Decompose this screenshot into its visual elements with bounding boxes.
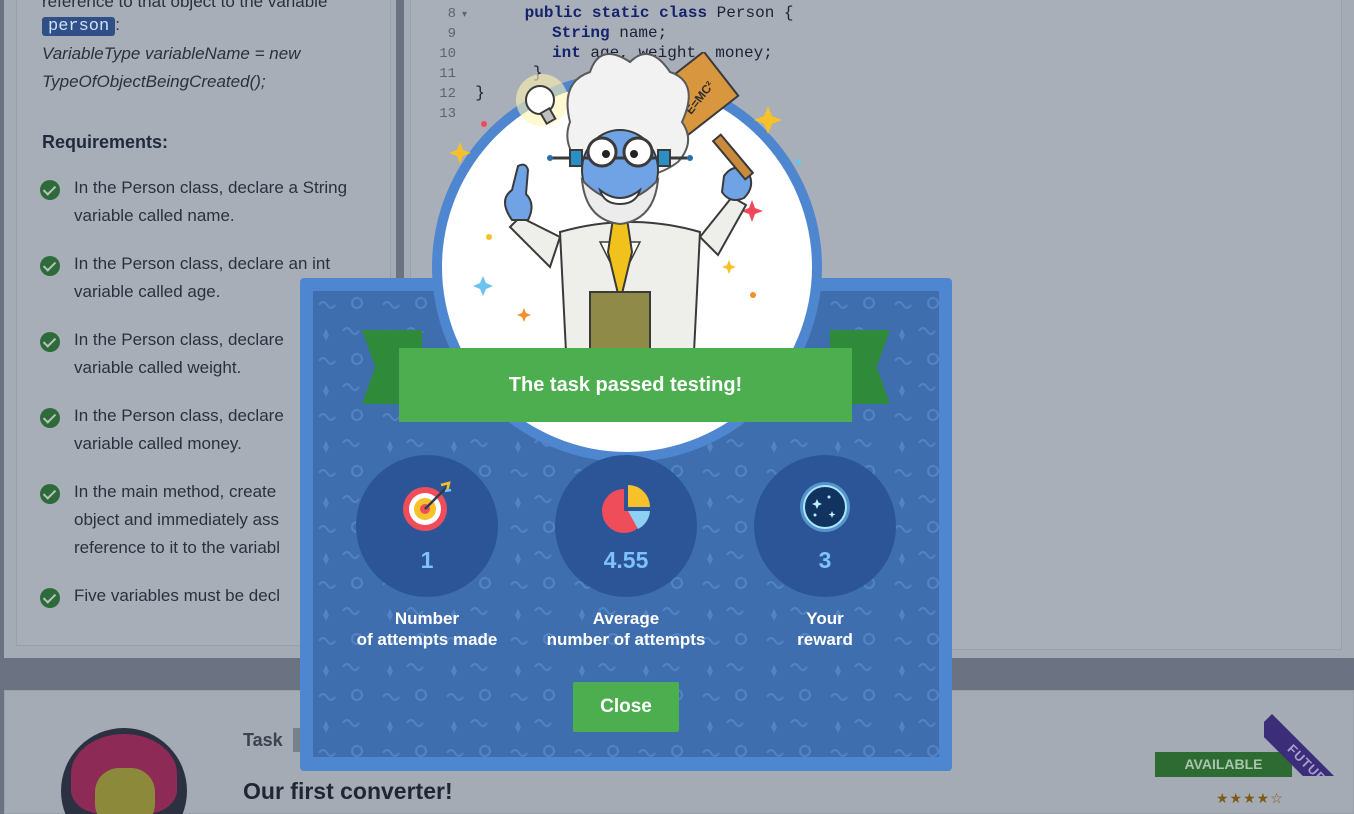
code-line: 8 ▾ public static class Person { [410,4,794,24]
check-icon [40,256,60,276]
requirements-title: Requirements: [42,132,169,152]
dark-matter-icon [800,482,850,532]
average-value: 4.55 [603,547,649,573]
average-stat: 4.55 [555,455,697,597]
syntax-line: TypeOfObjectBeingCreated(); [42,72,266,91]
task-passed-banner: The task passed testing! [399,348,852,422]
reward-value: 3 [818,547,832,573]
attempts-label: Number of attempts made [356,609,498,649]
check-icon [40,588,60,608]
next-task-title[interactable]: Our first converter! [243,778,453,805]
check-icon [40,484,60,504]
description-text: reference to that object to the variable [42,0,328,11]
attempts-stat: 1 [356,455,498,597]
code-line: 9 String name; [410,24,668,44]
requirement-item: In the Person class, declare a String var… [40,178,400,230]
professor-mascot: E=MC² [449,52,801,352]
pie-chart-icon [602,485,650,533]
average-label: Average number of attempts [546,609,706,649]
attempts-value: 1 [420,547,434,573]
line-number: 8 [447,6,456,22]
syntax-line: VariableType variableName = new [42,44,301,63]
check-icon [40,408,60,428]
close-button[interactable]: Close [573,682,679,732]
reward-stat: 3 [754,455,896,597]
description-text: person: [42,15,120,36]
check-icon [40,180,60,200]
variable-highlight: person [42,17,116,36]
target-icon [403,481,452,531]
rating-stars: ★★★★☆ [1216,790,1284,806]
future-ribbon: FUTURE [1264,686,1354,776]
task-label: Task [243,730,283,750]
check-icon [40,332,60,352]
reward-label: Your reward [797,609,853,649]
line-number: 9 [447,26,456,42]
lightbulb-icon [516,74,568,126]
